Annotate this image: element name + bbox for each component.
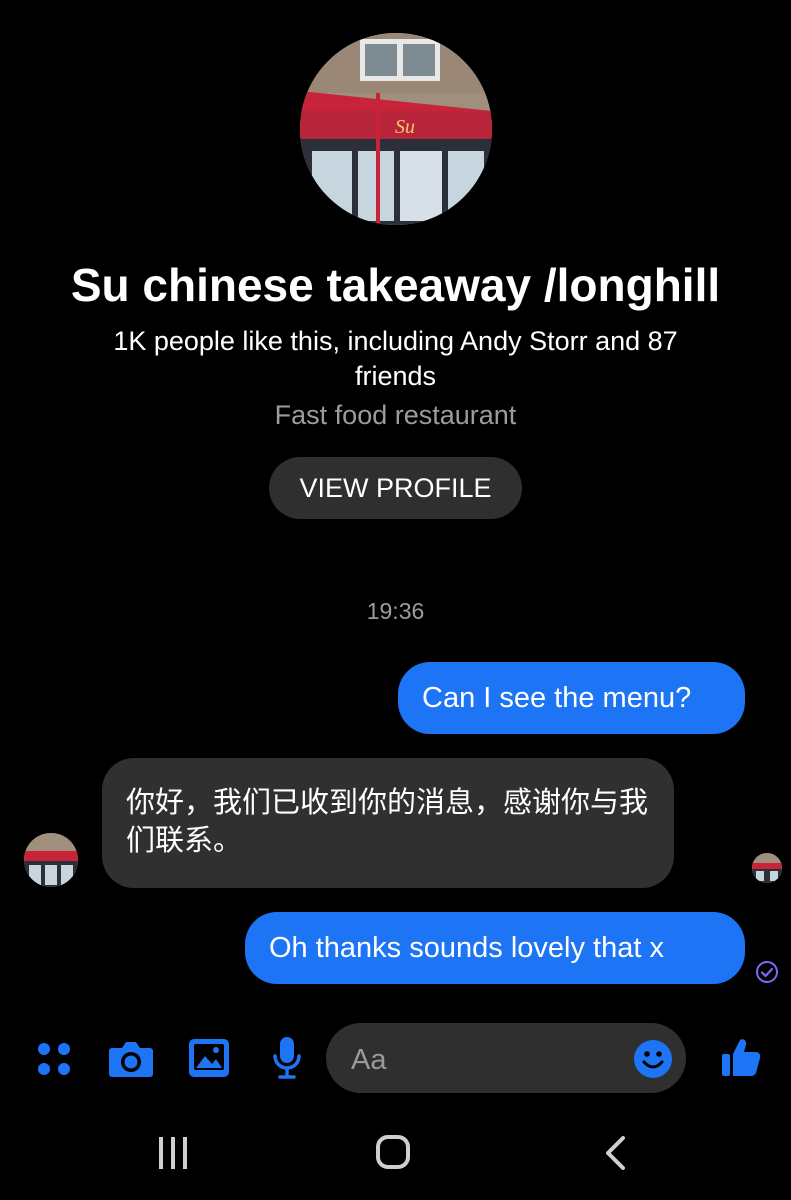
sent-check-icon bbox=[756, 961, 778, 983]
profile-avatar[interactable]: Su bbox=[300, 33, 492, 225]
back-icon[interactable] bbox=[603, 1135, 627, 1171]
microphone-icon[interactable] bbox=[272, 1036, 302, 1080]
view-profile-button[interactable]: VIEW PROFILE bbox=[269, 457, 522, 519]
page-title: Su chinese takeaway /longhill bbox=[70, 259, 721, 311]
message-input[interactable] bbox=[349, 1039, 613, 1081]
incoming-message[interactable]: 你好，我们已收到你的消息，感谢你与我们联系。 bbox=[102, 758, 674, 888]
sender-avatar[interactable] bbox=[24, 833, 78, 887]
likes-summary: 1K people like this, including Andy Stor… bbox=[113, 326, 678, 391]
recent-apps-icon[interactable] bbox=[157, 1135, 189, 1171]
read-receipt-icon bbox=[752, 853, 782, 883]
outgoing-message[interactable]: Can I see the menu? bbox=[398, 662, 745, 734]
outgoing-message[interactable]: Oh thanks sounds lovely that x bbox=[245, 912, 745, 984]
emoji-icon[interactable] bbox=[633, 1039, 673, 1079]
read-receipt-avatar bbox=[752, 853, 782, 883]
camera-icon[interactable] bbox=[108, 1038, 154, 1078]
message-timestamp: 19:36 bbox=[366, 598, 425, 624]
thumbs-up-icon[interactable] bbox=[720, 1036, 762, 1078]
storefront-photo: Su bbox=[300, 33, 492, 225]
apps-icon[interactable] bbox=[36, 1041, 72, 1077]
svg-text:Su: Su bbox=[395, 116, 415, 138]
gallery-icon[interactable] bbox=[188, 1038, 230, 1078]
storefront-thumbnail bbox=[24, 833, 78, 887]
home-icon[interactable] bbox=[375, 1134, 411, 1170]
page-category: Fast food restaurant bbox=[274, 400, 517, 430]
